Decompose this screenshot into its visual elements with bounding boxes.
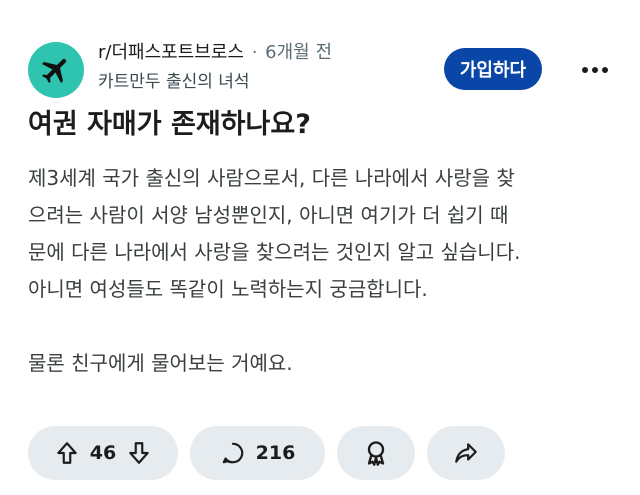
comment-bubble-icon xyxy=(220,440,246,466)
author-name[interactable]: 카트만두 출신의 녀석 xyxy=(98,70,332,94)
body-line: 제3세계 국가 출신의 사람으로서, 다른 나라에서 사랑을 찾 xyxy=(28,166,515,190)
airplane-icon xyxy=(39,53,73,87)
body-line: 으려는 사람이 서양 남성뿐인지, 아니면 여기가 더 쉽기 때 xyxy=(28,203,509,227)
post-title[interactable]: 여권 자매가 존재하나요? xyxy=(28,106,618,144)
subreddit-avatar[interactable] xyxy=(28,42,84,98)
award-icon xyxy=(362,439,390,467)
arrow-down-icon[interactable] xyxy=(126,440,152,466)
subreddit-name[interactable]: r/더패스포트브로스 xyxy=(98,42,244,63)
meta-separator: · xyxy=(251,42,258,63)
award-button[interactable] xyxy=(337,426,415,480)
join-button[interactable]: 가입하다 xyxy=(444,48,542,90)
post-time: 6개월 전 xyxy=(265,42,333,63)
action-bar: 46 216 xyxy=(28,426,505,480)
body-line: 물론 친구에게 물어보는 거예요. xyxy=(28,351,293,375)
post-meta: r/더패스포트브로스 · 6개월 전 카트만두 출신의 녀석 xyxy=(98,40,332,94)
vote-control: 46 xyxy=(28,426,178,480)
more-options-button[interactable] xyxy=(578,56,612,84)
arrow-up-icon[interactable] xyxy=(54,440,80,466)
post-body: 제3세계 국가 출신의 사람으로서, 다른 나라에서 사랑을 찾 으려는 사람이… xyxy=(28,160,628,382)
share-button[interactable] xyxy=(427,426,505,480)
upvote-count: 46 xyxy=(89,442,117,464)
share-arrow-icon xyxy=(453,440,479,466)
comments-button[interactable]: 216 xyxy=(190,426,325,480)
more-dots-icon xyxy=(581,66,609,74)
reddit-post-page: r/더패스포트브로스 · 6개월 전 카트만두 출신의 녀석 가입하다 여권 자… xyxy=(0,0,640,495)
post-header: r/더패스포트브로스 · 6개월 전 카트만두 출신의 녀석 가입하다 xyxy=(28,38,618,98)
body-line: 아니면 여성들도 똑같이 노력하는지 궁금합니다. xyxy=(28,277,428,301)
body-line: 문에 다른 나라에서 사랑을 찾으려는 것인지 알고 싶습니다. xyxy=(28,240,521,264)
comment-count: 216 xyxy=(255,442,296,464)
